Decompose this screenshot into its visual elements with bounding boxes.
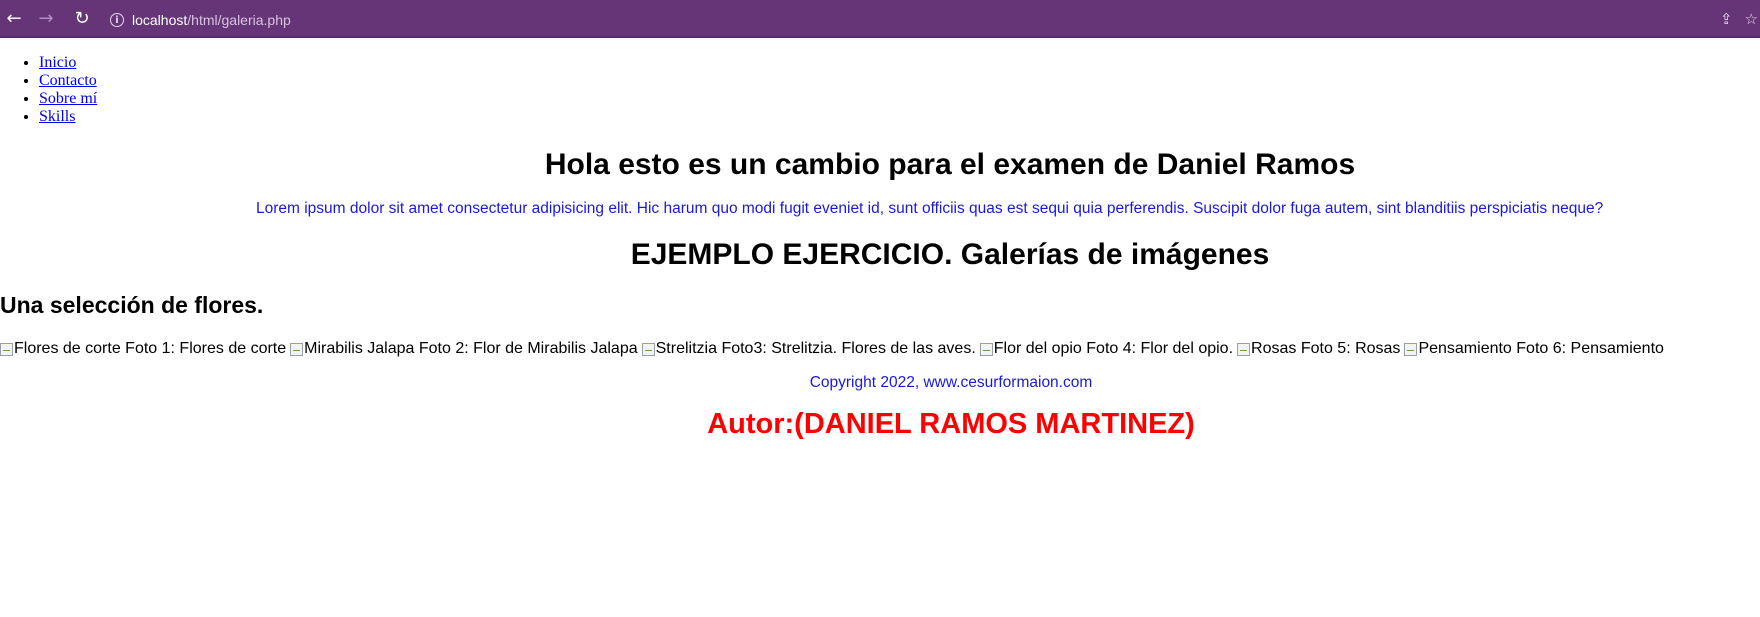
nav-item: Inicio — [39, 54, 97, 72]
image-caption: Foto 2: Flor de Mirabilis Jalapa — [418, 340, 638, 357]
image-alt-text: Strelitzia — [655, 340, 717, 357]
gallery-item: Strelitzia Foto3: Strelitzia. Flores de … — [641, 340, 976, 358]
forward-icon[interactable]: → — [32, 4, 60, 32]
broken-image-icon — [0, 342, 13, 356]
image-alt-text: Mirabilis Jalapa — [304, 340, 415, 357]
info-icon[interactable]: i — [110, 13, 124, 27]
gallery-item: Flores de corte Foto 1: Flores de corte — [0, 340, 286, 358]
back-icon[interactable]: ← — [0, 4, 28, 32]
nav-link-skills[interactable]: Skills — [39, 108, 75, 125]
reload-icon[interactable]: ↻ — [68, 4, 96, 32]
star-icon[interactable]: ☆ — [1745, 10, 1758, 28]
broken-image-icon — [1404, 342, 1418, 356]
address-bar[interactable]: i localhost/html/galeria.php — [100, 5, 1680, 35]
url-host: localhost — [132, 12, 188, 28]
image-caption: Foto 1: Flores de corte — [125, 340, 287, 357]
image-caption: Foto 6: Pensamiento — [1516, 340, 1664, 357]
gallery-item: Pensamiento Foto 6: Pensamiento — [1404, 340, 1664, 358]
intro-paragraph: Lorem ipsum dolor sit amet consectetur a… — [256, 200, 1604, 217]
nav-link-inicio[interactable]: Inicio — [39, 54, 76, 71]
nav-menu: Inicio Contacto Sobre mí Skills — [0, 54, 97, 126]
image-caption: Foto 5: Rosas — [1300, 340, 1401, 357]
page-content: Inicio Contacto Sobre mí Skills Hola est… — [0, 38, 1760, 617]
gallery-subtitle: Una selección de flores. — [0, 292, 264, 318]
broken-image-icon — [1237, 342, 1251, 356]
image-alt-text: Flores de corte — [14, 340, 121, 357]
browser-toolbar: ← → ↻ i localhost/html/galeria.php ⇪ ☆ — [0, 0, 1760, 38]
image-caption: Foto 4: Flor del opio. — [1086, 340, 1234, 357]
image-alt-text: Pensamiento — [1418, 340, 1512, 357]
author-heading: Autor:(DANIEL RAMOS MARTINEZ) — [707, 408, 1195, 440]
image-caption: Foto3: Strelitzia. Flores de las aves. — [721, 340, 976, 357]
broken-image-icon — [979, 342, 993, 356]
nav-item: Sobre mí — [39, 90, 97, 108]
copyright-text: Copyright 2022, www.cesurformaion.com — [809, 374, 1093, 391]
broken-image-icon — [290, 342, 304, 356]
image-alt-text: Rosas — [1251, 340, 1297, 357]
gallery-item: Rosas Foto 5: Rosas — [1237, 340, 1400, 358]
nav-link-sobre-mi[interactable]: Sobre mí — [39, 90, 97, 107]
gallery-item: Mirabilis Jalapa Foto 2: Flor de Mirabil… — [290, 340, 638, 358]
image-alt-text: Flor del opio — [993, 340, 1082, 357]
section-title: EJEMPLO EJERCICIO. Galerías de imágenes — [630, 238, 1270, 271]
toolbar-right-icons: ⇪ ☆ — [1708, 0, 1760, 38]
image-gallery: Flores de corte Foto 1: Flores de corte … — [0, 340, 1664, 358]
url-path: /html/galeria.php — [187, 12, 291, 28]
share-icon[interactable]: ⇪ — [1720, 10, 1733, 28]
gallery-item: Flor del opio Foto 4: Flor del opio. — [979, 340, 1234, 358]
page-heading: Hola esto es un cambio para el examen de… — [544, 148, 1356, 181]
url-text[interactable]: localhost/html/galeria.php — [132, 12, 291, 28]
nav-link-contacto[interactable]: Contacto — [39, 72, 97, 89]
nav-item: Contacto — [39, 72, 97, 90]
broken-image-icon — [641, 342, 655, 356]
nav-item: Skills — [39, 108, 97, 126]
